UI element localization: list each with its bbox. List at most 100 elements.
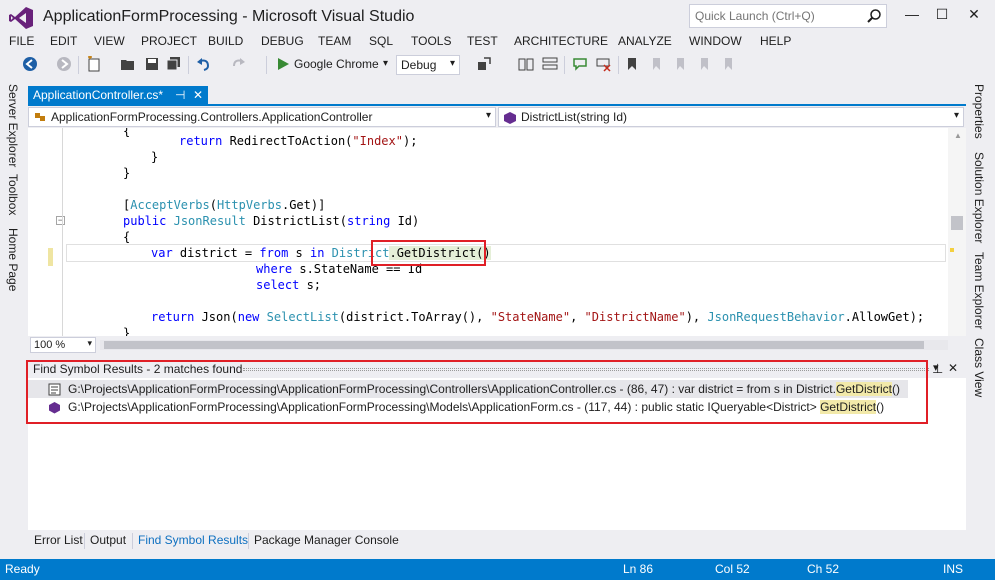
code-line: return Json(new SelectList(district.ToAr… xyxy=(151,310,925,324)
clear-bookmarks-icon[interactable] xyxy=(720,56,736,72)
browser-target-combo[interactable]: Google Chrome xyxy=(294,57,379,71)
forward-icon[interactable] xyxy=(56,56,72,72)
menu-view[interactable]: VIEW xyxy=(94,34,125,48)
code-line: public JsonResult DistrictList(string Id… xyxy=(123,214,420,228)
team-explorer-tab[interactable]: Team Explorer xyxy=(972,252,986,329)
find-symbol-results-tab[interactable]: Find Symbol Results xyxy=(138,533,248,547)
scroll-up-icon[interactable]: ▲ xyxy=(954,131,962,140)
menu-sql[interactable]: SQL xyxy=(369,34,393,48)
toolbar-separator xyxy=(188,56,189,74)
menu-project[interactable]: PROJECT xyxy=(141,34,197,48)
horizontal-scrollbar-thumb[interactable] xyxy=(104,341,924,349)
prev-bookmark-folder-icon[interactable] xyxy=(696,56,712,72)
uncomment-icon[interactable] xyxy=(595,56,611,72)
collapse-region-icon[interactable]: − xyxy=(56,216,65,225)
package-manager-console-tab[interactable]: Package Manager Console xyxy=(254,533,399,547)
menu-file[interactable]: FILE xyxy=(9,34,34,48)
error-list-tab[interactable]: Error List xyxy=(34,533,83,547)
maximize-button[interactable]: ☐ xyxy=(930,6,954,26)
close-tab-icon[interactable]: ✕ xyxy=(193,88,203,102)
chevron-down-icon: ▾ xyxy=(485,110,491,121)
zoom-combo[interactable]: 100 % ▾ xyxy=(30,337,96,353)
status-bar: Ready Ln 86 Col 52 Ch 52 INS xyxy=(0,559,995,580)
member-navigation-combo[interactable]: DistrictList(string Id) ▾ xyxy=(498,107,964,127)
code-line: { xyxy=(123,128,131,138)
status-insert-mode: INS xyxy=(943,562,964,576)
menu-architecture[interactable]: ARCHITECTURE xyxy=(514,34,608,48)
close-panel-icon[interactable]: ✕ xyxy=(948,361,958,375)
back-icon[interactable] xyxy=(22,56,38,72)
find-symbol-results-panel: Find Symbol Results - 2 matches found ▾ … xyxy=(26,360,966,530)
standard-toolbar: Google Chrome ▾ Debug ▾ xyxy=(0,52,995,78)
menu-test[interactable]: TEST xyxy=(467,34,498,48)
comment-icon[interactable] xyxy=(572,56,588,72)
code-line: select s; xyxy=(256,278,322,292)
next-bookmark-icon[interactable] xyxy=(672,56,688,72)
class-icon xyxy=(35,113,45,121)
home-page-tab[interactable]: Home Page xyxy=(6,228,20,291)
method-icon xyxy=(504,112,516,124)
tab-divider xyxy=(248,533,249,549)
code-editor[interactable]: − { return RedirectToAction("Index"); } … xyxy=(28,128,966,336)
toolbar-separator xyxy=(564,56,565,74)
status-char: Ch 52 xyxy=(807,562,840,576)
layer-diagram-icon[interactable] xyxy=(542,56,558,72)
redo-icon[interactable] xyxy=(230,56,246,72)
menu-window[interactable]: WINDOW xyxy=(689,34,742,48)
code-line: } xyxy=(123,166,131,180)
quick-launch-input[interactable] xyxy=(690,5,860,27)
menu-bar: FILE EDIT VIEW PROJECT BUILD DEBUG TEAM … xyxy=(0,34,995,52)
new-project-icon[interactable] xyxy=(86,56,102,72)
class-view-tab[interactable]: Class View xyxy=(972,338,986,397)
output-tab[interactable]: Output xyxy=(90,533,126,547)
quick-launch-box[interactable] xyxy=(689,4,887,28)
toolbar-separator xyxy=(266,56,267,74)
class-navigation-combo[interactable]: ApplicationFormProcessing.Controllers.Ap… xyxy=(28,107,496,127)
open-file-icon[interactable] xyxy=(120,56,136,72)
configuration-combo[interactable]: Debug ▾ xyxy=(396,55,460,75)
code-line: return RedirectToAction("Index"); xyxy=(179,134,418,148)
chevron-down-icon: ▾ xyxy=(87,338,92,348)
pin-tab-icon[interactable]: ⊣ xyxy=(175,88,185,102)
scrollbar-thumb[interactable] xyxy=(951,216,963,230)
document-tab-application-controller[interactable]: ApplicationController.cs* ⊣ ✕ xyxy=(28,86,208,105)
configuration-value: Debug xyxy=(401,58,437,72)
start-debug-icon[interactable] xyxy=(275,56,291,72)
menu-team[interactable]: TEAM xyxy=(318,34,351,48)
attach-process-icon[interactable] xyxy=(476,56,492,72)
menu-edit[interactable]: EDIT xyxy=(50,34,77,48)
save-icon[interactable] xyxy=(144,56,160,72)
class-diagram-icon[interactable] xyxy=(518,56,534,72)
window-title: ApplicationFormProcessing - Microsoft Vi… xyxy=(43,8,415,25)
code-line: } xyxy=(151,150,159,164)
title-bar: ApplicationFormProcessing - Microsoft Vi… xyxy=(0,0,995,34)
menu-build[interactable]: BUILD xyxy=(208,34,243,48)
prev-bookmark-icon[interactable] xyxy=(648,56,664,72)
document-tab-label: ApplicationController.cs* xyxy=(33,88,164,102)
pin-panel-icon[interactable]: ⊥ xyxy=(932,361,943,377)
toolbar-separator xyxy=(618,56,619,74)
vertical-scrollbar[interactable]: ▲ xyxy=(948,128,966,336)
close-window-button[interactable]: ✕ xyxy=(962,6,986,26)
server-explorer-tab[interactable]: Server Explorer xyxy=(6,84,20,167)
properties-tab[interactable]: Properties xyxy=(972,84,986,139)
save-all-icon[interactable] xyxy=(166,56,182,72)
menu-help[interactable]: HELP xyxy=(760,34,791,48)
menu-debug[interactable]: DEBUG xyxy=(261,34,304,48)
tab-divider xyxy=(84,533,85,549)
bottom-tool-tabs: Error List Output Find Symbol Results Pa… xyxy=(28,530,966,552)
minimize-button[interactable]: — xyxy=(900,6,924,26)
horizontal-scrollbar[interactable] xyxy=(100,340,948,350)
bookmark-icon[interactable] xyxy=(624,56,640,72)
toolbar-separator xyxy=(78,56,79,74)
menu-analyze[interactable]: ANALYZE xyxy=(618,34,672,48)
outline-guide xyxy=(62,128,63,336)
undo-icon[interactable] xyxy=(196,56,212,72)
scroll-marker xyxy=(950,248,954,252)
menu-tools[interactable]: TOOLS xyxy=(411,34,451,48)
solution-explorer-tab[interactable]: Solution Explorer xyxy=(972,152,986,243)
toolbox-tab[interactable]: Toolbox xyxy=(6,174,20,215)
chevron-down-icon[interactable]: ▾ xyxy=(383,58,388,69)
chevron-down-icon: ▾ xyxy=(953,110,959,121)
code-line: [AcceptVerbs(HttpVerbs.Get)] xyxy=(123,198,326,212)
